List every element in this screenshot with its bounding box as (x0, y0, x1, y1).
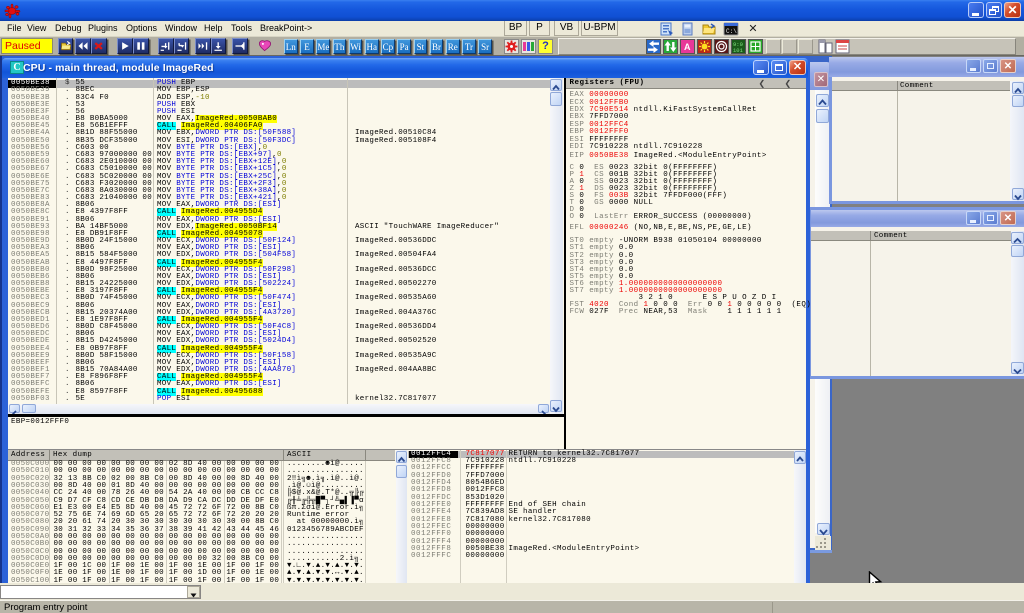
svg-text:C:\: C:\ (726, 28, 737, 35)
svg-text:A: A (684, 42, 691, 52)
svg-text:101: 101 (733, 47, 744, 53)
